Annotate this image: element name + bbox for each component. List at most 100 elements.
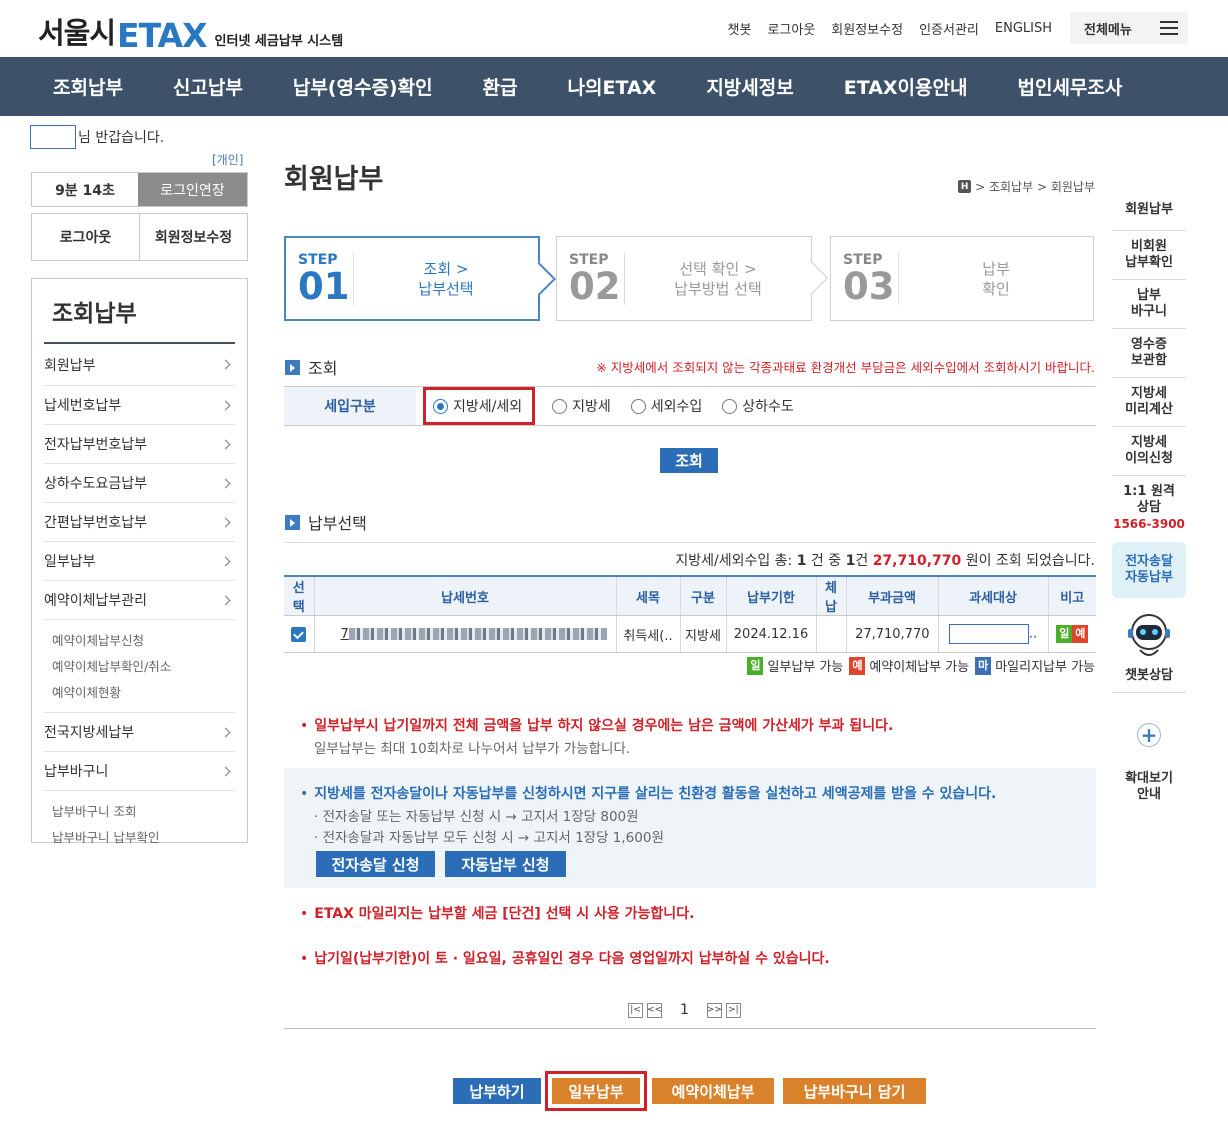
esend-apply-button[interactable]: 전자송달 신청 [316, 851, 435, 877]
step-description: 선택 확인 > 납부방법 선택 [674, 259, 762, 298]
row-select-checkbox[interactable] [291, 627, 307, 643]
welcome-message: 님 반갑습니다. [30, 125, 164, 149]
step-03: STEP 03 납부 확인 [830, 236, 1094, 321]
utility-links: 챗봇 로그아웃 회원정보수정 인증서관리 ENGLISH 전체메뉴 [712, 12, 1188, 44]
sidebar-item-epay-payment[interactable]: 전자납부번호납부 [44, 425, 235, 464]
all-menu-button[interactable]: 전체메뉴 [1070, 12, 1188, 44]
chevron-right-icon [220, 766, 231, 776]
top-header: 서울시 ETAX 인터넷 세금납부 시스템 챗봇 로그아웃 회원정보수정 인증서… [0, 0, 1228, 57]
util-cert-manage[interactable]: 인증서관리 [919, 19, 979, 38]
sidebar-sub-basket-confirm[interactable]: 납부바구니 납부확인 [52, 825, 235, 851]
sidebar-item-partial-payment[interactable]: 일부납부 [44, 542, 235, 581]
legend-partial-badge: 일 [747, 656, 764, 675]
sidebar-item-national-tax[interactable]: 전국지방세납부 [44, 713, 235, 752]
quick-chatbot[interactable]: 챗봇상담 [1112, 598, 1186, 693]
sidebar-edit-member-button[interactable]: 회원정보수정 [139, 214, 247, 260]
quick-nonmember-check[interactable]: 비회원 납부확인 [1112, 231, 1186, 280]
prev-page-icon[interactable]: << [647, 1002, 662, 1018]
quick-tax-objection[interactable]: 지방세 이의신청 [1112, 427, 1186, 476]
notice-eco: • 지방세를 전자송달이나 자동납부를 신청하시면 지구를 살리는 친환경 활동을… [300, 786, 997, 802]
sidebar-item-taxno-payment[interactable]: 납세번호납부 [44, 386, 235, 425]
sidebar-item-simple-payment[interactable]: 간편납부번호납부 [44, 503, 235, 542]
quick-receipt-box[interactable]: 영수증 보관함 [1112, 329, 1186, 378]
sidebar-item-basket[interactable]: 납부바구니 [44, 752, 235, 791]
all-menu-label: 전체메뉴 [1084, 22, 1132, 38]
next-page-icon[interactable]: >> [707, 1002, 722, 1018]
quick-menu: 회원납부 비회원 납부확인 납부 바구니 영수증 보관함 지방세 미리계산 지방… [1112, 180, 1186, 827]
reserve-submenu: 예약이체납부신청 예약이체납부확인/취소 예약이체현황 [44, 620, 235, 713]
auto-pay-apply-button[interactable]: 자동납부 신청 [445, 851, 566, 877]
extend-login-button[interactable]: 로그인연장 [138, 173, 247, 206]
side-nav-title: 조회납부 [44, 294, 235, 344]
breadcrumb-sep: > [975, 179, 989, 194]
pagination: |< << 1 >> >| [626, 1002, 743, 1018]
sidebar-sub-reserve-apply[interactable]: 예약이체납부신청 [52, 628, 235, 654]
divider [284, 1028, 1096, 1029]
partial-pay-badge: 일 [1056, 625, 1073, 643]
sidebar-item-water-payment[interactable]: 상하수도요금납부 [44, 464, 235, 503]
radio-local-tax[interactable]: 지방세 [552, 396, 611, 416]
quick-zoom-guide[interactable]: + 확대보기 안내 [1112, 693, 1186, 827]
util-logout[interactable]: 로그아웃 [767, 19, 815, 38]
notice-eco-sub2: · 전자송달과 자동납부 모두 신청 시 → 고지서 1장당 1,600원 [314, 830, 664, 846]
chevron-right-icon [220, 400, 231, 410]
sidebar-item-label: 간편납부번호납부 [44, 515, 148, 531]
util-chatbot[interactable]: 챗봇 [728, 19, 752, 38]
gnb-receipt-check[interactable]: 납부(영수증)확인 [268, 73, 458, 100]
search-button[interactable]: 조회 [660, 448, 718, 473]
tax-number-masked [348, 628, 607, 640]
util-edit-member[interactable]: 회원정보수정 [831, 19, 903, 38]
hamburger-icon [1160, 21, 1178, 35]
sidebar-logout-button[interactable]: 로그아웃 [32, 214, 139, 260]
home-icon[interactable]: H [958, 180, 972, 193]
gnb-report-payment[interactable]: 신고납부 [148, 73, 268, 100]
user-name-masked [30, 125, 76, 149]
tax-number-link[interactable]: 7 [341, 627, 607, 642]
basket-submenu: 납부바구니 조회 납부바구니 납부확인 [44, 791, 235, 857]
gnb-local-tax-info[interactable]: 지방세정보 [681, 73, 818, 100]
page-number[interactable]: 1 [680, 1002, 689, 1018]
step-description: 조회 > 납부선택 [418, 259, 474, 298]
sidebar-sub-reserve-status[interactable]: 예약이체현황 [52, 680, 235, 706]
col-header: 납부기한 [725, 575, 816, 616]
quick-esend-autopay[interactable]: 전자송달 자동납부 [1112, 542, 1186, 598]
gnb-inquiry-payment[interactable]: 조회납부 [28, 73, 148, 100]
sidebar-item-label: 납부바구니 [44, 764, 109, 780]
cell-amount: 27,710,770 [845, 615, 938, 653]
gnb-corporate-audit[interactable]: 법인세무조사 [992, 73, 1147, 100]
notice-partial: • 일부납부시 납기일까지 전체 금액을 납부 하지 않으실 경우에는 남은 금액… [300, 718, 894, 734]
notice-partial-sub: 일부납부는 최대 10회차로 나누어서 납부가 가능합니다. [314, 741, 631, 757]
sidebar-item-member-payment[interactable]: 회원납부 [44, 344, 235, 386]
pay-button[interactable]: 납부하기 [453, 1078, 541, 1104]
section-arrow-icon [285, 359, 300, 375]
radio-water[interactable]: 상하수도 [722, 396, 794, 416]
quick-basket[interactable]: 납부 바구니 [1112, 280, 1186, 329]
last-page-icon[interactable]: >| [725, 1002, 741, 1018]
gnb-etax-guide[interactable]: ETAX이용안내 [819, 73, 993, 100]
gnb-my-etax[interactable]: 나의ETAX [543, 73, 682, 100]
reserve-pay-button[interactable]: 예약이체납부 [652, 1078, 774, 1104]
sidebar-sub-reserve-cancel[interactable]: 예약이체납부확인/취소 [52, 654, 235, 680]
quick-member-payment[interactable]: 회원납부 [1112, 180, 1186, 231]
radio-local-and-nontax[interactable]: 지방세/세외 [422, 387, 536, 425]
sidebar-item-reserve-manage[interactable]: 예약이체납부관리 [44, 581, 235, 620]
quick-remote-consult[interactable]: 1:1 원격 상담 1566-3900 [1112, 476, 1186, 534]
step-01: STEP 01 조회 > 납부선택 [284, 236, 556, 321]
table-header-row: 선택 납세번호 세목 구분 납부기한 체납 부과금액 과세대상 비고 [284, 575, 1096, 616]
util-english[interactable]: ENGLISH [995, 21, 1052, 36]
sidebar-sub-basket-view[interactable]: 납부바구니 조회 [52, 799, 235, 825]
quick-tax-calc[interactable]: 지방세 미리계산 [1112, 378, 1186, 427]
gnb-refund[interactable]: 환급 [458, 73, 543, 100]
add-basket-button[interactable]: 납부바구니 담기 [783, 1078, 926, 1104]
radio-button-icon [552, 398, 568, 414]
first-page-icon[interactable]: |< [628, 1002, 643, 1018]
partial-pay-button[interactable]: 일부납부 [545, 1071, 647, 1111]
breadcrumb-item[interactable]: 조회납부 [989, 178, 1033, 195]
side-nav: 조회납부 회원납부 납세번호납부 전자납부번호납부 상하수도요금납부 간편납부번… [31, 278, 248, 845]
chevron-right-icon [220, 517, 231, 527]
tax-target-masked [948, 624, 1029, 644]
etax-logo[interactable]: 서울시 ETAX 인터넷 세금납부 시스템 [38, 10, 343, 52]
search-notice: ※ 지방세에서 조회되지 않는 각종과태료 환경개선 부담금은 세외수입에서 조… [596, 360, 1095, 375]
logo-korean: 서울시 [38, 16, 116, 50]
radio-nontax-revenue[interactable]: 세외수입 [630, 396, 702, 416]
